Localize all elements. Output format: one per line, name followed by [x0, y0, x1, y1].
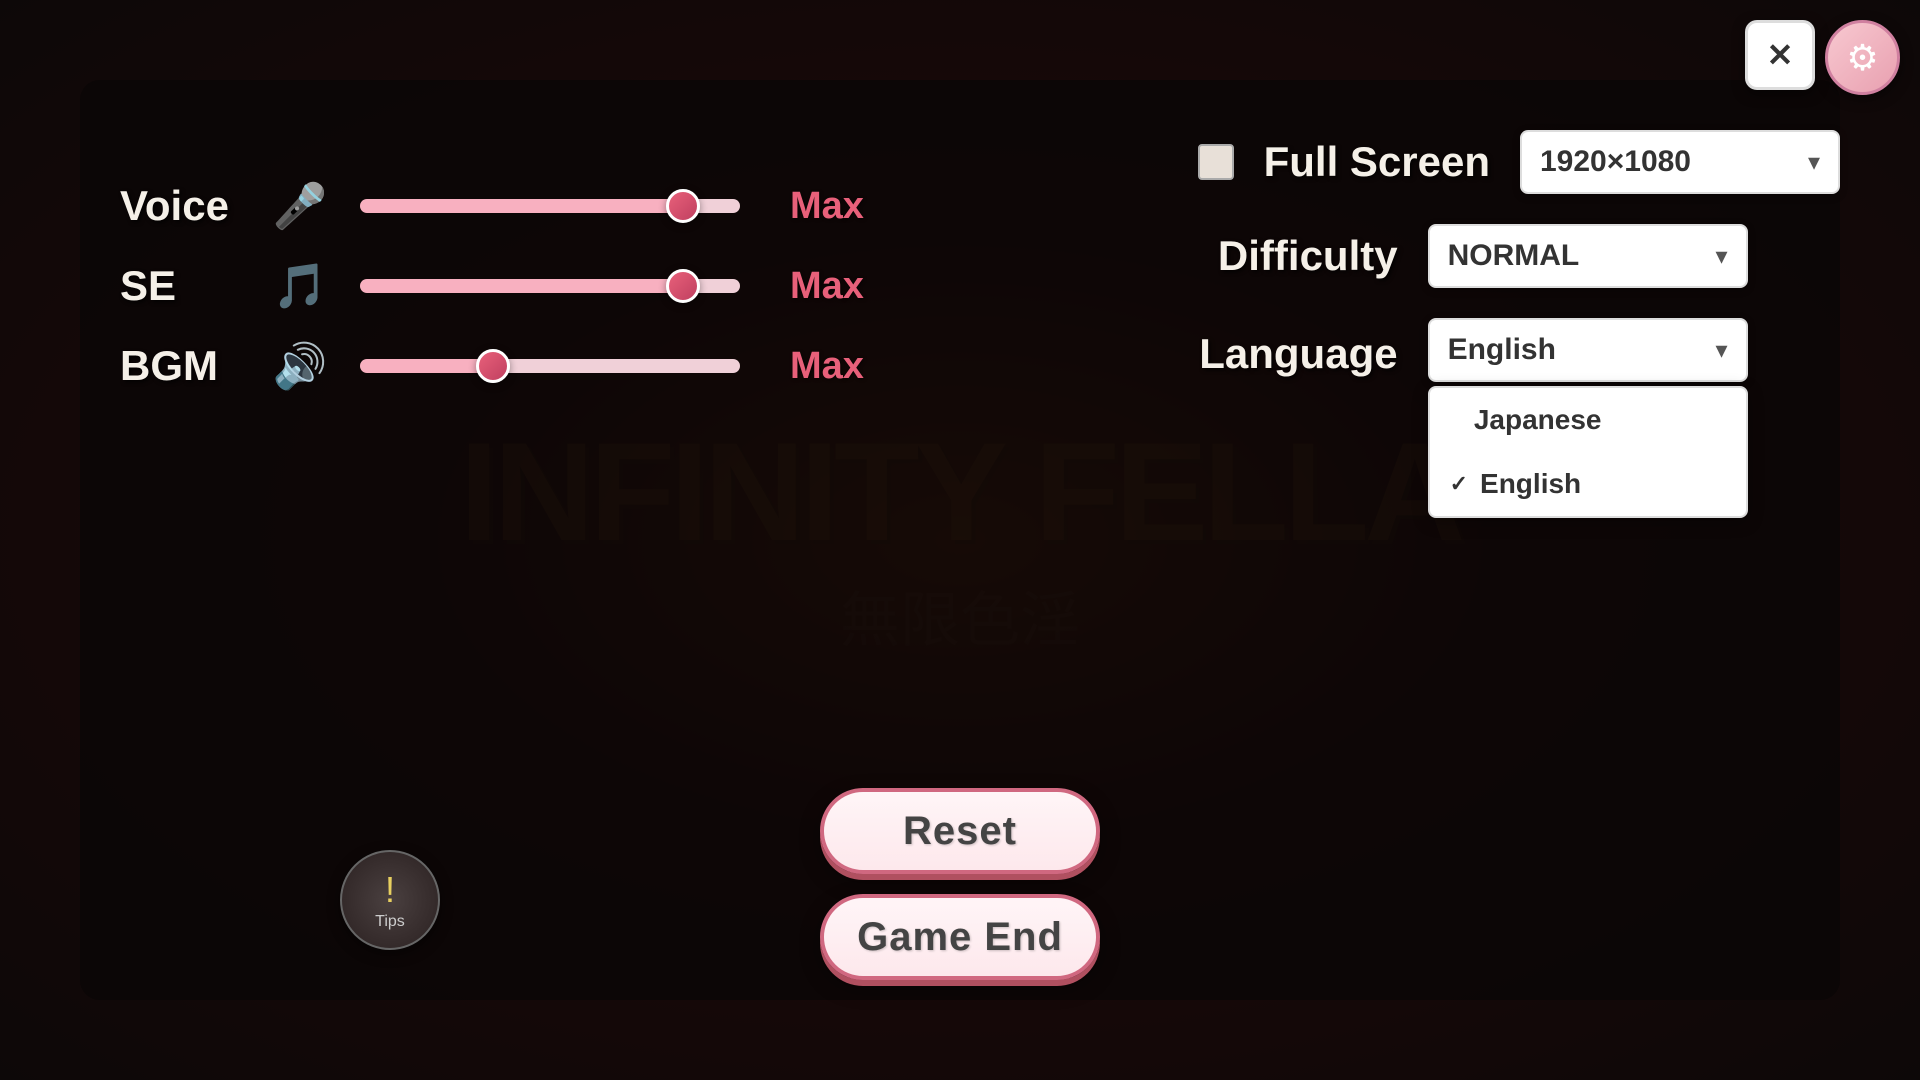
fullscreen-row: Full Screen 1920×1080 ▾ — [1198, 130, 1840, 194]
difficulty-row: Difficulty NORMAL ▾ — [1198, 224, 1840, 288]
fullscreen-label: Full Screen — [1264, 138, 1490, 186]
se-slider-track — [360, 279, 740, 293]
voice-row: Voice 🎤 Max — [120, 180, 864, 232]
bgm-label: BGM — [120, 342, 240, 390]
voice-slider[interactable] — [360, 191, 740, 221]
japanese-checkmark — [1450, 407, 1462, 433]
language-dropdown-menu: Japanese ✓ English — [1428, 386, 1748, 518]
language-option-japanese[interactable]: Japanese — [1430, 388, 1746, 452]
fullscreen-checkbox[interactable] — [1198, 144, 1234, 180]
se-slider-thumb[interactable] — [666, 269, 700, 303]
tips-label: Tips — [375, 913, 405, 931]
audio-section: Voice 🎤 Max SE 🎵 Max BGM 🔊 Max — [120, 180, 864, 392]
bgm-slider[interactable] — [360, 351, 740, 381]
bgm-icon: 🔊 — [270, 340, 330, 392]
difficulty-dropdown[interactable]: NORMAL ▾ — [1428, 224, 1748, 288]
language-label: Language — [1198, 330, 1398, 378]
se-icon: 🎵 — [270, 260, 330, 312]
voice-slider-thumb[interactable] — [666, 189, 700, 223]
difficulty-value: NORMAL — [1448, 239, 1580, 273]
bgm-row: BGM 🔊 Max — [120, 340, 864, 392]
se-slider[interactable] — [360, 271, 740, 301]
resolution-value: 1920×1080 — [1540, 145, 1691, 179]
voice-max-label: Max — [790, 185, 864, 228]
right-settings-section: Full Screen 1920×1080 ▾ Difficulty NORMA… — [1198, 130, 1840, 382]
se-label: SE — [120, 262, 240, 310]
language-japanese-label: Japanese — [1474, 404, 1602, 436]
tips-button[interactable]: ! Tips — [340, 850, 440, 950]
top-right-controls: ✕ ⚙ — [1745, 20, 1900, 95]
difficulty-dropdown-arrow: ▾ — [1716, 242, 1728, 271]
english-checkmark: ✓ — [1450, 471, 1468, 497]
buttons-section: Reset Game End — [820, 788, 1100, 980]
language-value: English — [1448, 333, 1556, 367]
difficulty-label: Difficulty — [1198, 232, 1398, 280]
reset-button[interactable]: Reset — [820, 788, 1100, 874]
language-english-label: English — [1480, 468, 1581, 500]
language-dropdown[interactable]: English ▾ — [1428, 318, 1748, 382]
gear-button[interactable]: ⚙ — [1825, 20, 1900, 95]
voice-label: Voice — [120, 182, 240, 230]
gear-icon: ⚙ — [1846, 37, 1878, 79]
close-button[interactable]: ✕ — [1745, 20, 1815, 90]
bgm-max-label: Max — [790, 345, 864, 388]
bgm-slider-thumb[interactable] — [476, 349, 510, 383]
tips-icon: ! — [385, 869, 395, 911]
game-end-button[interactable]: Game End — [820, 894, 1100, 980]
language-dropdown-arrow: ▾ — [1716, 336, 1728, 365]
resolution-dropdown[interactable]: 1920×1080 ▾ — [1520, 130, 1840, 194]
language-row: Language English ▾ Japanese ✓ English — [1198, 318, 1840, 382]
bgm-slider-track — [360, 359, 740, 373]
se-row: SE 🎵 Max — [120, 260, 864, 312]
voice-slider-track — [360, 199, 740, 213]
se-max-label: Max — [790, 265, 864, 308]
voice-icon: 🎤 — [270, 180, 330, 232]
language-dropdown-wrapper: English ▾ Japanese ✓ English — [1428, 318, 1748, 382]
language-option-english[interactable]: ✓ English — [1430, 452, 1746, 516]
resolution-dropdown-arrow: ▾ — [1808, 148, 1820, 177]
